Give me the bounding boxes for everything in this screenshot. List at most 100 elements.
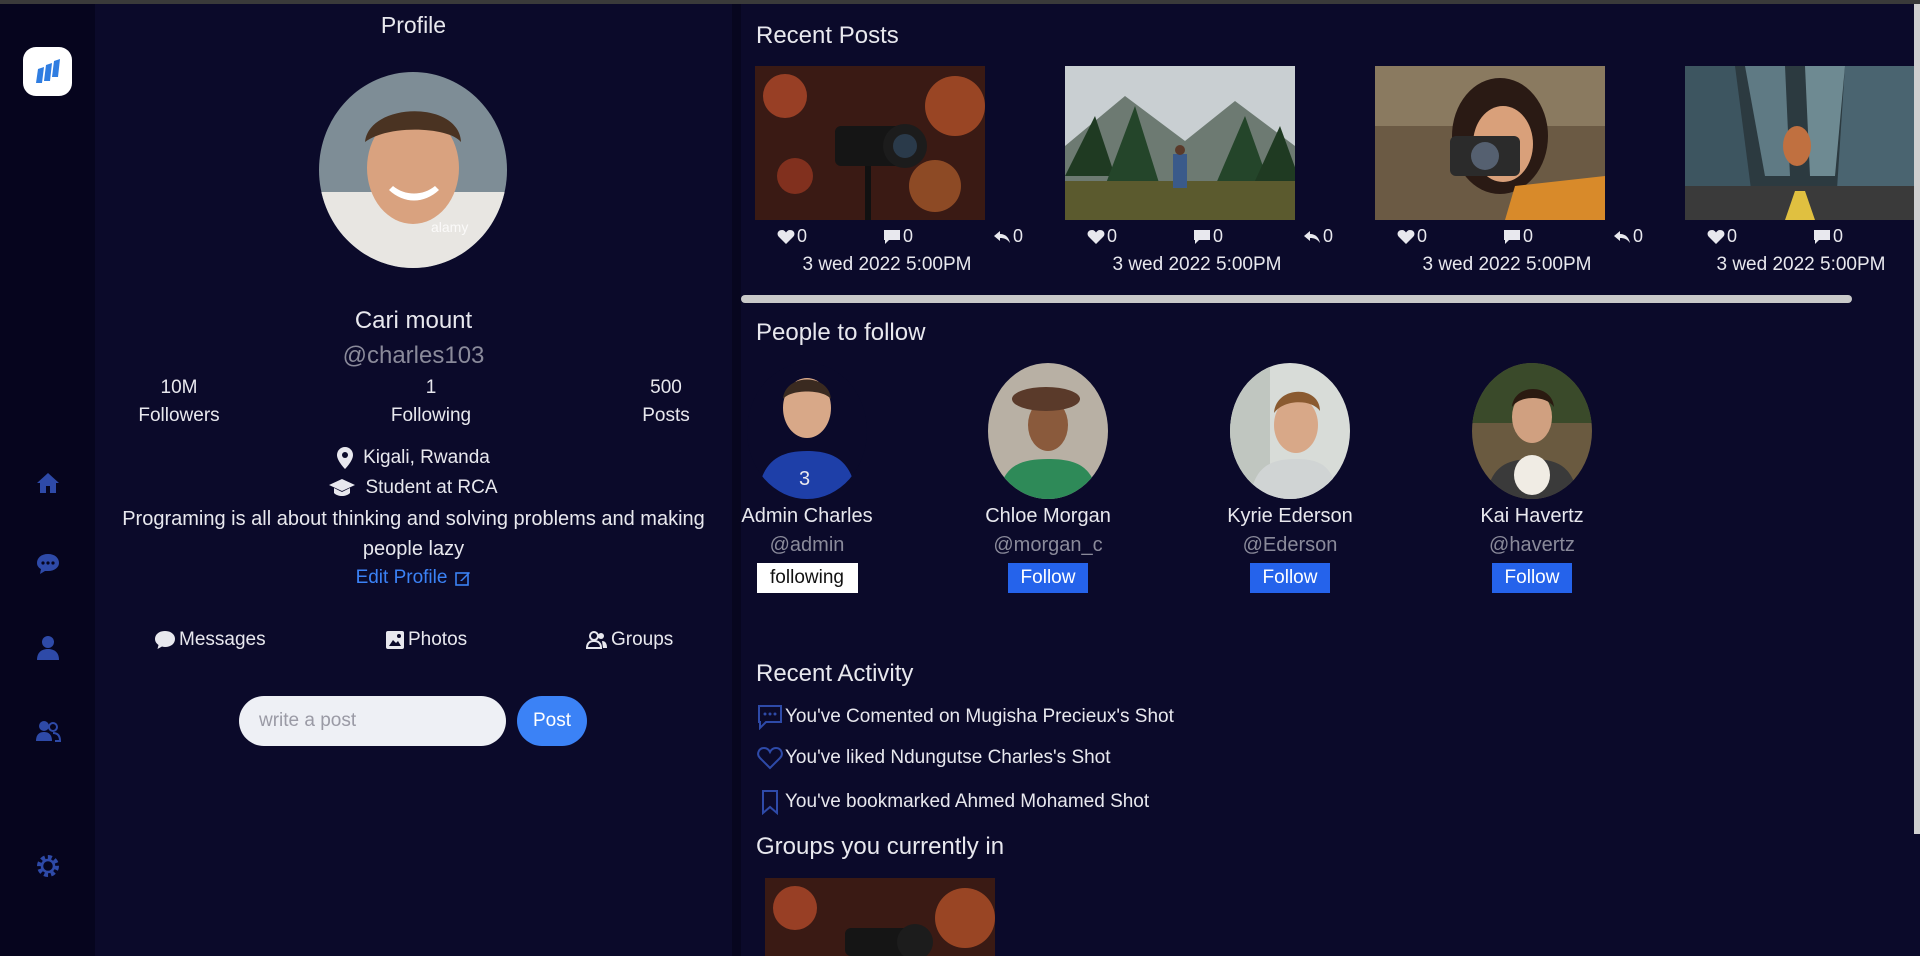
post-image-mountain[interactable]: [1065, 66, 1295, 220]
comment-icon: [884, 229, 900, 244]
post-likes[interactable]: 0: [1087, 226, 1117, 247]
edit-profile-link[interactable]: Edit Profile: [95, 567, 732, 589]
post-comments[interactable]: 0: [1503, 226, 1533, 247]
tab-messages-label: Messages: [179, 629, 266, 650]
stat-label: Followers: [138, 405, 220, 426]
person-card: Chloe Morgan @morgan_c Follow: [927, 363, 1169, 593]
comments-count: 0: [1213, 226, 1224, 246]
post-likes[interactable]: 0: [1397, 226, 1427, 247]
post-likes[interactable]: 0: [777, 226, 807, 247]
recent-activity-title: Recent Activity: [756, 660, 914, 687]
reply-icon: [1614, 230, 1630, 243]
post-button[interactable]: Post: [517, 696, 587, 746]
tab-groups[interactable]: Groups: [586, 629, 673, 651]
person-handle: @admin: [769, 534, 845, 556]
post-image-camera[interactable]: [755, 66, 985, 220]
post-likes[interactable]: 0: [1707, 226, 1737, 247]
likes-count: 0: [1107, 226, 1118, 246]
post-card[interactable]: 0 0 0 3 wed 2022 5:00PM: [1361, 66, 1653, 286]
follow-button[interactable]: Follow: [1492, 563, 1572, 593]
post-comments[interactable]: 0: [883, 226, 913, 247]
person-card: 3 Admin Charles @admin following: [686, 363, 928, 593]
shares-count: 0: [1323, 226, 1334, 246]
post-shares[interactable]: 0: [993, 226, 1023, 247]
post-card[interactable]: 0 0 0 3 wed 2022 5:00PM: [741, 66, 1033, 286]
tab-photos-label: Photos: [408, 629, 468, 650]
posts-horizontal-scrollbar[interactable]: [741, 295, 1852, 303]
tab-photos[interactable]: Photos: [385, 629, 467, 651]
logo-bars-icon: [35, 58, 60, 83]
post-card[interactable]: 0 0 0 3 wed 2022 5:00PM: [1051, 66, 1343, 286]
edit-profile-label: Edit Profile: [355, 567, 448, 588]
app-logo[interactable]: [23, 47, 72, 96]
post-comments[interactable]: 0: [1813, 226, 1843, 247]
education-line: Student at RCA: [95, 477, 732, 499]
chat-icon[interactable]: [31, 547, 65, 581]
person-name: Admin Charles: [741, 505, 873, 527]
user-icon[interactable]: [31, 631, 65, 665]
profile-avatar: alamy: [319, 72, 507, 268]
stat-followers[interactable]: 10M Followers: [109, 377, 249, 427]
stat-value: 10M: [160, 377, 198, 398]
activity-text: You've Comented on Mugisha Precieux's Sh…: [785, 706, 1174, 727]
heart-icon: [777, 229, 795, 244]
post-card[interactable]: 0 0 3 wed 2022 5:00PM: [1671, 66, 1920, 286]
activity-text: You've liked Ndungutse Charles's Shot: [785, 747, 1111, 768]
activity-item[interactable]: You've Comented on Mugisha Precieux's Sh…: [757, 704, 1174, 730]
person-avatar[interactable]: [988, 363, 1108, 499]
home-icon[interactable]: [31, 466, 65, 500]
graduation-cap-icon: [329, 479, 356, 496]
photo-album-icon: [386, 631, 404, 649]
sidebar: [0, 4, 95, 956]
group-image[interactable]: [765, 878, 995, 956]
person-handle: @morgan_c: [993, 534, 1103, 556]
message-bubble-icon: [155, 631, 175, 649]
shares-count: 0: [1013, 226, 1024, 246]
write-post-input[interactable]: [239, 696, 506, 746]
post-date: 3 wed 2022 5:00PM: [802, 254, 972, 275]
person-handle: @havertz: [1489, 534, 1575, 556]
person-avatar[interactable]: 3: [747, 363, 867, 499]
activity-item[interactable]: You've liked Ndungutse Charles's Shot: [757, 746, 1111, 770]
recent-posts-title: Recent Posts: [756, 22, 899, 49]
person-card: Kai Havertz @havertz Follow: [1411, 363, 1653, 593]
bookmark-icon: [762, 790, 778, 815]
stat-value: 1: [425, 377, 437, 398]
profile-name: Cari mount: [354, 307, 473, 334]
comments-count: 0: [1833, 226, 1844, 246]
heart-icon: [1087, 229, 1105, 244]
page-vertical-scrollbar[interactable]: [1914, 4, 1920, 834]
post-shares[interactable]: 0: [1303, 226, 1333, 247]
heart-icon: [757, 746, 783, 770]
comments-count: 0: [903, 226, 914, 246]
edit-pencil-icon: [455, 572, 471, 586]
post-image-woman-camera[interactable]: [1375, 66, 1605, 220]
person-handle: @Ederson: [1242, 534, 1338, 556]
person-avatar[interactable]: [1472, 363, 1592, 499]
person-name: Chloe Morgan: [985, 505, 1111, 527]
stat-following[interactable]: 1 Following: [361, 377, 501, 427]
post-shares[interactable]: 0: [1613, 226, 1643, 247]
activity-item[interactable]: You've bookmarked Ahmed Mohamed Shot: [757, 789, 1149, 815]
post-comments[interactable]: 0: [1193, 226, 1223, 247]
comment-icon: [1814, 229, 1830, 244]
reply-icon: [994, 230, 1010, 243]
following-button[interactable]: following: [756, 563, 858, 593]
post-date: 3 wed 2022 5:00PM: [1422, 254, 1592, 275]
person-card: Kyrie Ederson @Ederson Follow: [1169, 363, 1411, 593]
svg-text:alamy: alamy: [431, 219, 468, 235]
post-image-city[interactable]: [1685, 66, 1915, 220]
settings-gear-icon[interactable]: [31, 849, 65, 883]
people-to-follow-title: People to follow: [756, 319, 926, 346]
follow-button[interactable]: Follow: [1250, 563, 1330, 593]
comments-count: 0: [1523, 226, 1534, 246]
heart-icon: [1707, 229, 1725, 244]
heart-icon: [1397, 229, 1415, 244]
users-group-icon[interactable]: [31, 714, 65, 748]
reply-icon: [1304, 230, 1320, 243]
comment-icon: [1194, 229, 1210, 244]
tab-messages[interactable]: Messages: [154, 629, 266, 651]
follow-button[interactable]: Follow: [1008, 563, 1088, 593]
person-avatar[interactable]: [1230, 363, 1350, 499]
comment-icon: [758, 705, 782, 730]
